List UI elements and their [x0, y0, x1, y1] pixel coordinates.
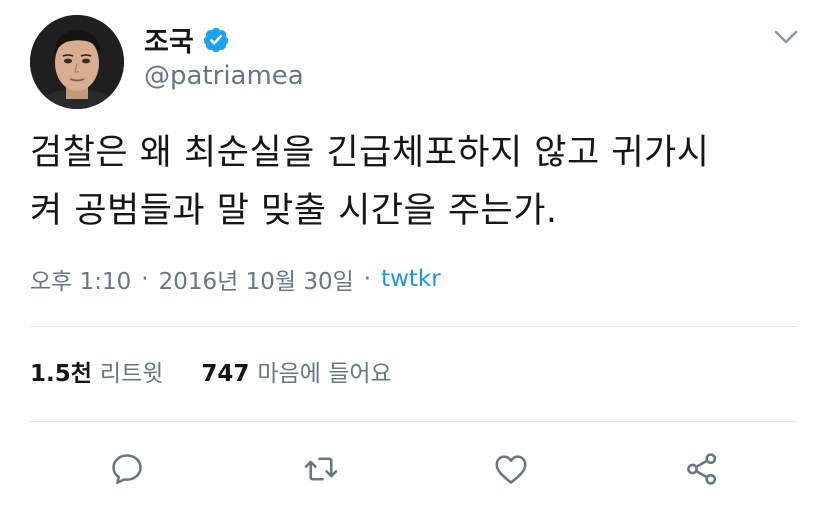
verified-badge-icon: [203, 27, 228, 52]
profile-photo-icon: [30, 15, 124, 109]
likes-stat[interactable]: 747 마음에 들어요: [201, 354, 391, 388]
meta-separator: ·: [141, 266, 149, 292]
action-bar: [0, 445, 827, 493]
tweet-source-link[interactable]: twtkr: [381, 266, 441, 292]
divider: [30, 326, 797, 327]
retweets-count: 1.5천: [30, 361, 92, 387]
chevron-down-icon[interactable]: [773, 28, 799, 46]
name-row: 조국: [144, 20, 230, 59]
tweet-date: 2016년 10월 30일: [158, 269, 354, 295]
likes-count: 747: [201, 361, 250, 387]
like-button[interactable]: [487, 445, 535, 493]
tweet-text: 검찰은 왜 최순실을 긴급체포하지 않고 귀가시 켜 공범들과 말 맞출 시간을…: [30, 124, 800, 240]
tweet-stats: 1.5천 리트윗 747 마음에 들어요: [30, 354, 430, 388]
reply-button[interactable]: [103, 445, 151, 493]
share-button[interactable]: [678, 445, 726, 493]
tweet-time: 오후 1:10: [30, 269, 132, 295]
retweet-icon: [304, 457, 338, 481]
display-name[interactable]: 조국: [144, 20, 194, 59]
avatar[interactable]: [30, 15, 124, 109]
reply-icon: [112, 454, 142, 485]
retweets-label: 리트윗: [99, 361, 164, 387]
divider: [30, 421, 797, 422]
tweet-text-line: 검찰은 왜 최순실을 긴급체포하지 않고 귀가시: [30, 133, 710, 173]
tweet-text-line: 켜 공범들과 말 맞출 시간을 주는가.: [30, 191, 558, 231]
retweet-button[interactable]: [297, 445, 345, 493]
meta-separator: ·: [363, 266, 372, 292]
user-handle[interactable]: @patriamea: [144, 61, 304, 91]
tweet-meta: 오후 1:10 · 2016년 10월 30일 · twtkr: [30, 262, 441, 296]
heart-icon: [495, 455, 527, 484]
likes-label: 마음에 들어요: [257, 361, 392, 387]
retweets-stat[interactable]: 1.5천 리트윗: [30, 354, 163, 388]
share-icon: [687, 453, 717, 485]
